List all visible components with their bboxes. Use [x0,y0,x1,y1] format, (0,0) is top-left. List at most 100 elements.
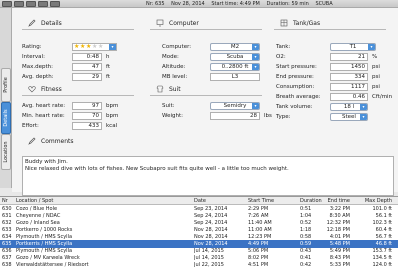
suit-icon [156,85,164,93]
column-header-end-time[interactable]: End time [326,198,350,204]
suit-select[interactable]: Semidry ▾ [210,102,260,110]
suit-value: Semidry [223,103,247,109]
tank-header: Tank/Gas [274,16,386,30]
rating-stars[interactable]: ★ ★ ★ ★ ★ ▾ [72,43,117,51]
tank-type-select[interactable]: Steel ▾ [330,113,368,121]
suit-label: Suit: [162,103,175,109]
tank-label: Tank: [276,44,291,50]
star-icon[interactable]: ★ [74,44,79,50]
o2-row: O2: 21 % [276,53,394,61]
details-panel: Details Rating: ★ ★ ★ ★ ★ ▾ Interval: 0:… [12,8,398,196]
interval-label: Interval: [22,54,45,60]
comments-textarea[interactable]: Buddy with Jim. Nice relaxed dive with l… [22,156,394,196]
column-header-location[interactable]: Location / Spot [16,198,176,204]
o2-label: O2: [276,54,286,60]
dive-list-table: Nr Location / Spot Date Start Time Durat… [0,196,398,268]
avg-hr-field[interactable]: 97 [72,102,102,110]
star-icon[interactable]: ★ [98,44,103,50]
dive-mode: SCUBA [315,1,333,7]
toolbar-icon-5[interactable] [50,1,60,7]
details-header: Details [22,16,134,30]
table-icon [280,19,288,27]
tab-location-label: Location [3,141,9,163]
dive-duration: Duration: 59 min [266,1,309,7]
tank-volume-row: Tank volume: 18 l ▾ [276,103,394,111]
chevron-down-icon[interactable]: ▾ [252,44,259,50]
chevron-down-icon[interactable]: ▾ [360,104,367,110]
chevron-down-icon[interactable]: ▾ [368,44,375,50]
end-pressure-row: End pressure: 334 psi [276,73,394,81]
tank-title: Tank/Gas [293,20,321,27]
max-depth-field[interactable]: 47 [72,63,102,71]
star-icon[interactable]: ★ [80,44,85,50]
weight-row: Weight: 28 lbs [162,112,272,120]
fitness-title: Fitness [41,86,62,93]
mode-value: Scuba [226,54,244,60]
min-hr-unit: bpm [106,113,119,119]
toolbar-icon-2[interactable] [14,1,24,7]
start-pressure-field[interactable]: 1450 [330,63,368,71]
computer-label: Computer: [162,44,192,50]
min-hr-field[interactable]: 70 [72,112,102,120]
effort-field[interactable]: 433 [72,122,102,130]
table-row[interactable]: 638 Vierwaldstättersee / Riedsort Jul 22, … [0,261,398,268]
tank-type-label: Type: [276,114,291,120]
altitude-value: 0..2800 ft [221,64,249,70]
consumption-field[interactable]: 1117 [330,83,368,91]
pencil-icon [28,19,36,27]
tank-volume-value: 18 l [343,104,355,110]
chevron-down-icon[interactable]: ▾ [252,54,259,60]
column-header-start-time[interactable]: Start Time [248,198,288,204]
table-header: Nr Location / Spot Date Start Time Durat… [0,197,398,205]
computer-select[interactable]: M2 ▾ [210,43,260,51]
column-header-max-depth[interactable]: Max Depth [360,198,392,204]
table-cell: 124.0 ft [372,262,392,268]
consumption-unit: psi [372,84,380,90]
effort-label: Effort: [22,123,39,129]
interval-field[interactable]: 0:48 [72,53,102,61]
tab-location[interactable]: Location [1,134,11,170]
chevron-down-icon[interactable]: ▾ [252,103,259,109]
breath-row: Breath average: 0.46 Cft/min [276,93,394,101]
chevron-down-icon[interactable]: ▾ [252,64,259,70]
tab-details-label: Details [3,109,9,127]
weight-field[interactable]: 28 [210,112,260,120]
top-toolbar: Nr: 635 Nov 28, 2014 Start time: 4:49 PM… [0,0,398,8]
toolbar-icon-3[interactable] [26,1,36,7]
fitness-header: Fitness [22,82,134,96]
star-icon[interactable]: ★ [86,44,91,50]
table-cell: Vierwaldstättersee / Riedsort [16,262,89,268]
end-pressure-field[interactable]: 334 [330,73,368,81]
tank-type-value: Steel [342,114,356,120]
avg-depth-field[interactable]: 29 [72,73,102,81]
table-cell: 4:51 PM [248,262,269,268]
altitude-select[interactable]: 0..2800 ft ▾ [210,63,260,71]
o2-field[interactable]: 21 [330,53,368,61]
table-cell: 638 [2,262,12,268]
comments-header: Comments [22,134,134,148]
mb-level-field[interactable]: L3 [210,73,260,81]
tank-type-row: Type: Steel ▾ [276,113,394,121]
altitude-label: Altitude: [162,64,186,70]
column-header-date[interactable]: Date [194,198,244,204]
tab-details[interactable]: Details [1,102,11,134]
tank-volume-select[interactable]: 18 l ▾ [330,103,368,111]
mode-row: Mode: Scuba ▾ [162,53,262,61]
mode-select[interactable]: Scuba ▾ [210,53,260,61]
effort-row: Effort: 433 kcal [22,122,134,130]
interval-row: Interval: 0:48 h [22,53,134,61]
comments-line: Buddy with Jim. [25,159,68,165]
dive-start-time: Start time: 4:49 PM [211,1,260,7]
tank-select[interactable]: T1 ▾ [330,43,376,51]
toolbar-icon-4[interactable] [38,1,48,7]
toolbar-icon-1[interactable] [2,1,12,7]
dive-date: Nov 28, 2014 [171,1,205,7]
star-icon[interactable]: ★ [92,44,97,50]
column-header-nr[interactable]: Nr [2,198,16,204]
chevron-down-icon[interactable]: ▾ [109,44,116,50]
breath-field[interactable]: 0.46 [330,93,368,101]
computer-icon [156,19,164,27]
tab-profile[interactable]: Profile [1,68,11,102]
chevron-down-icon[interactable]: ▾ [360,114,367,120]
rating-label: Rating: [22,44,42,50]
